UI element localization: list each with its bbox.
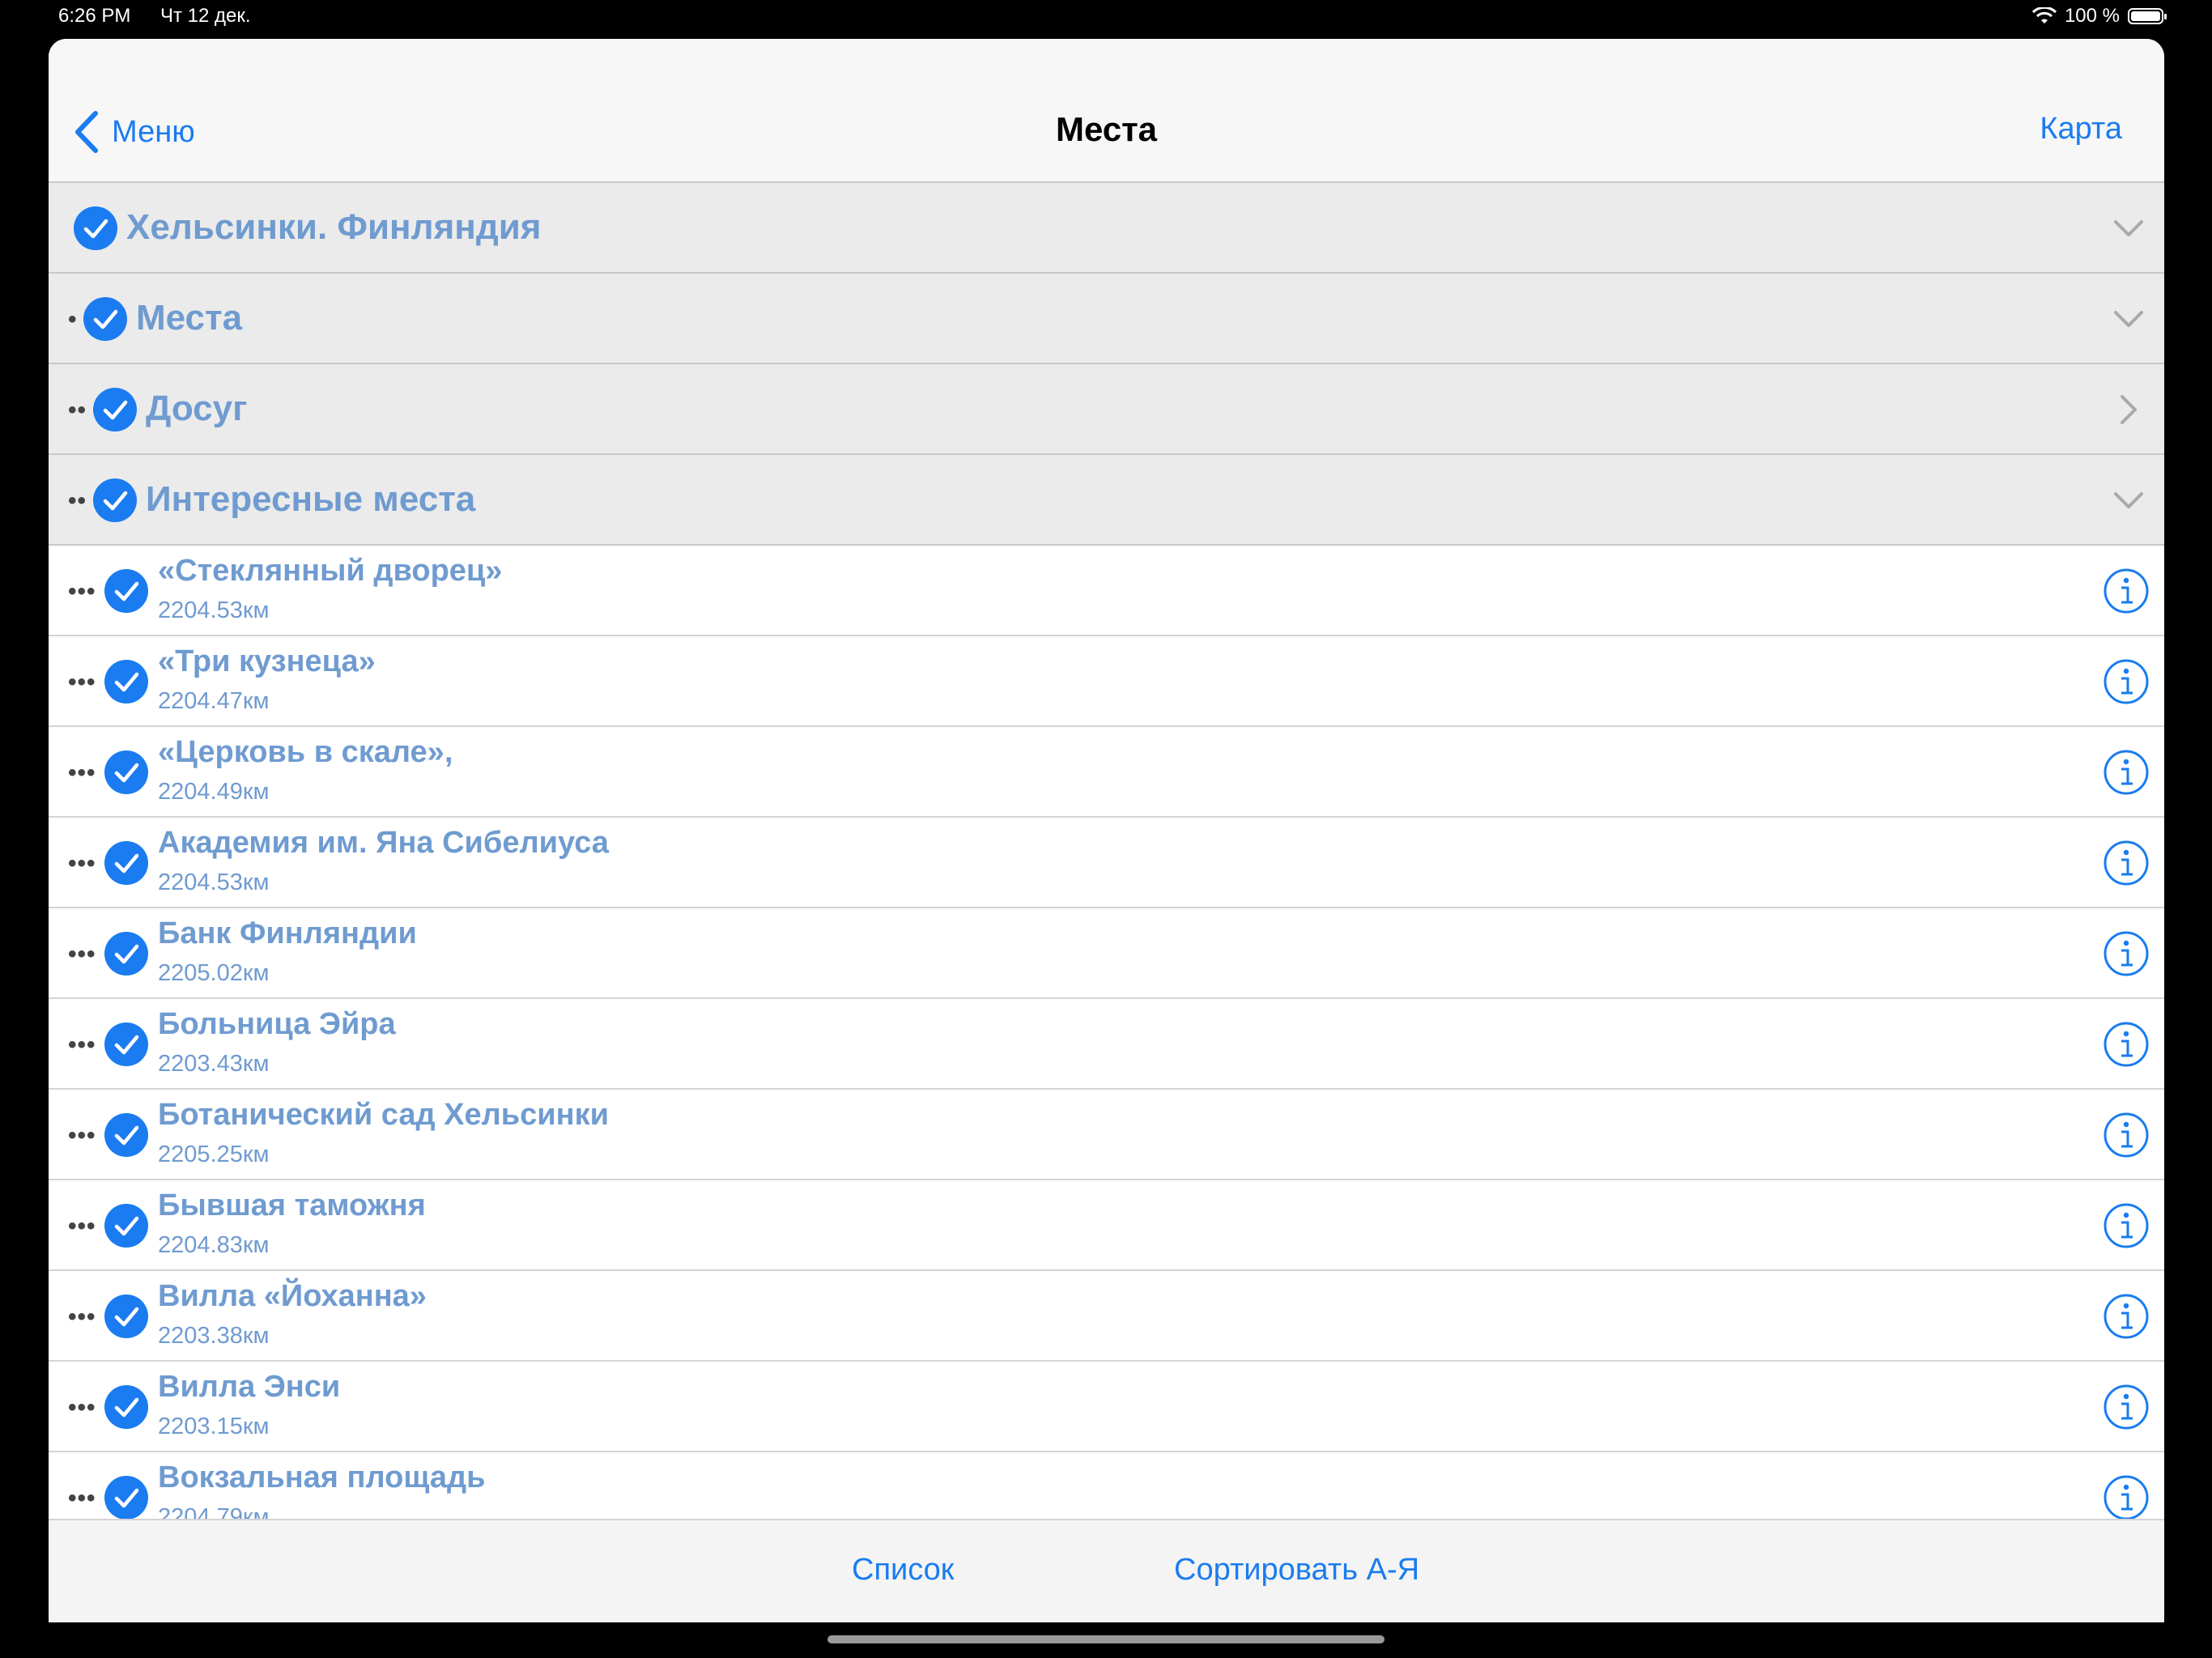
group-label: Досуг <box>146 389 248 428</box>
checkmark-circle-icon[interactable] <box>104 1112 149 1158</box>
info-icon[interactable] <box>2103 568 2150 614</box>
info-icon[interactable] <box>2103 1293 2150 1340</box>
group-row[interactable]: •• Интересные места <box>49 455 2164 546</box>
item-title: Бывшая таможня <box>158 1188 426 1222</box>
checkmark-circle-icon[interactable] <box>104 1294 149 1339</box>
indent-dots: • <box>68 306 78 333</box>
list-item[interactable]: ••• «Церковь в скале», 2204.49км <box>49 727 2164 818</box>
checkmark-circle-icon[interactable] <box>104 1022 149 1067</box>
list-item[interactable]: ••• Ботанический сад Хельсинки 2205.25км <box>49 1090 2164 1180</box>
list-item[interactable]: ••• Вилла «Йоханна» 2203.38км <box>49 1271 2164 1362</box>
group-row[interactable]: • Места <box>49 274 2164 364</box>
item-distance: 2205.02км <box>158 960 270 986</box>
indent-dots: ••• <box>68 1485 96 1511</box>
list-item[interactable]: ••• Банк Финляндии 2205.02км <box>49 908 2164 999</box>
info-icon[interactable] <box>2103 658 2150 705</box>
info-icon[interactable] <box>2103 1474 2150 1521</box>
wifi-icon <box>2031 7 2057 23</box>
indent-dots: ••• <box>68 850 96 877</box>
item-distance: 2203.43км <box>158 1051 270 1077</box>
indent-dots: ••• <box>68 578 96 605</box>
list-item[interactable]: ••• Бывшая таможня 2204.83км <box>49 1180 2164 1271</box>
group-row[interactable]: •• Досуг <box>49 364 2164 455</box>
list-item[interactable]: ••• Вилла Энси 2203.15км <box>49 1362 2164 1452</box>
places-list: Хельсинки. Финляндия • Места •• Досуг ••… <box>49 183 2164 1543</box>
item-distance: 2204.47км <box>158 688 270 714</box>
item-title: Больница Эйра <box>158 1007 396 1041</box>
indent-dots: ••• <box>68 1394 96 1421</box>
info-icon[interactable] <box>2103 930 2150 977</box>
status-right: 100 % <box>2031 5 2167 28</box>
checkmark-circle-icon[interactable] <box>104 568 149 614</box>
indent-dots: ••• <box>68 1213 96 1239</box>
map-button[interactable]: Карта <box>2040 112 2122 147</box>
checkmark-circle-icon[interactable] <box>104 1203 149 1248</box>
item-title: Вилла «Йоханна» <box>158 1279 427 1313</box>
checkmark-circle-icon[interactable] <box>104 931 149 976</box>
checkmark-circle-icon[interactable] <box>73 206 118 251</box>
indent-dots: •• <box>68 487 87 514</box>
status-date: Чт 12 дек. <box>160 5 251 27</box>
home-indicator <box>827 1635 1385 1643</box>
checkmark-circle-icon[interactable] <box>83 296 128 342</box>
item-distance: 2204.53км <box>158 869 270 895</box>
item-title: Вилла Энси <box>158 1370 341 1404</box>
checkmark-circle-icon[interactable] <box>104 1475 149 1520</box>
item-title: Ботанический сад Хельсинки <box>158 1098 609 1132</box>
page-title: Места <box>1055 110 1158 148</box>
item-distance: 2204.83км <box>158 1232 270 1258</box>
group-row[interactable]: Хельсинки. Финляндия <box>49 183 2164 274</box>
indent-dots: ••• <box>68 759 96 786</box>
sort-button[interactable]: Сортировать А-Я <box>1174 1553 1419 1588</box>
list-item[interactable]: ••• Больница Эйра 2203.43км <box>49 999 2164 1090</box>
indent-dots: ••• <box>68 669 96 695</box>
item-title: «Три кузнеца» <box>158 644 376 678</box>
group-label: Интересные места <box>146 479 476 519</box>
list-item[interactable]: ••• Академия им. Яна Сибелиуса 2204.53км <box>49 818 2164 908</box>
list-button[interactable]: Список <box>852 1553 954 1588</box>
checkmark-circle-icon[interactable] <box>92 387 138 432</box>
group-label: Хельсинки. Финляндия <box>126 207 542 247</box>
info-icon[interactable] <box>2103 1112 2150 1158</box>
item-title: Банк Финляндии <box>158 916 417 950</box>
nav-bar: Меню Места Карта <box>49 39 2164 183</box>
places-sheet: Меню Места Карта Хельсинки. Финляндия • … <box>49 39 2164 1622</box>
indent-dots: ••• <box>68 941 96 967</box>
chevron-down-icon[interactable] <box>2112 484 2145 517</box>
group-label: Места <box>136 298 243 338</box>
checkmark-circle-icon[interactable] <box>104 1384 149 1430</box>
indent-dots: ••• <box>68 1122 96 1149</box>
info-icon[interactable] <box>2103 1202 2150 1249</box>
indent-dots: •• <box>68 397 87 423</box>
item-title: «Стеклянный дворец» <box>158 554 503 588</box>
battery-icon <box>2128 8 2167 24</box>
item-distance: 2204.49км <box>158 779 270 805</box>
info-icon[interactable] <box>2103 749 2150 796</box>
bottom-toolbar: Список Сортировать А-Я <box>49 1519 2164 1622</box>
item-title: «Церковь в скале», <box>158 735 453 769</box>
item-title: Вокзальная площадь <box>158 1460 486 1494</box>
item-distance: 2203.38км <box>158 1323 270 1349</box>
info-icon[interactable] <box>2103 840 2150 886</box>
indent-dots: ••• <box>68 1031 96 1058</box>
chevron-right-icon[interactable] <box>2112 393 2145 426</box>
info-icon[interactable] <box>2103 1021 2150 1068</box>
item-distance: 2205.25км <box>158 1141 270 1167</box>
checkmark-circle-icon[interactable] <box>104 659 149 704</box>
item-distance: 2203.15км <box>158 1414 270 1439</box>
chevron-down-icon[interactable] <box>2112 212 2145 244</box>
checkmark-circle-icon[interactable] <box>104 840 149 886</box>
checkmark-circle-icon[interactable] <box>92 478 138 523</box>
status-bar: 6:26 PM Чт 12 дек. 100 % <box>0 0 2212 36</box>
list-item[interactable]: ••• «Стеклянный дворец» 2204.53км <box>49 546 2164 636</box>
chevron-down-icon[interactable] <box>2112 303 2145 335</box>
item-title: Академия им. Яна Сибелиуса <box>158 826 609 860</box>
info-icon[interactable] <box>2103 1384 2150 1431</box>
battery-percent: 100 % <box>2064 5 2120 27</box>
checkmark-circle-icon[interactable] <box>104 750 149 795</box>
list-item[interactable]: ••• «Три кузнеца» 2204.47км <box>49 636 2164 727</box>
indent-dots: ••• <box>68 1303 96 1330</box>
status-time: 6:26 PM <box>58 5 131 27</box>
item-distance: 2204.53км <box>158 597 270 623</box>
